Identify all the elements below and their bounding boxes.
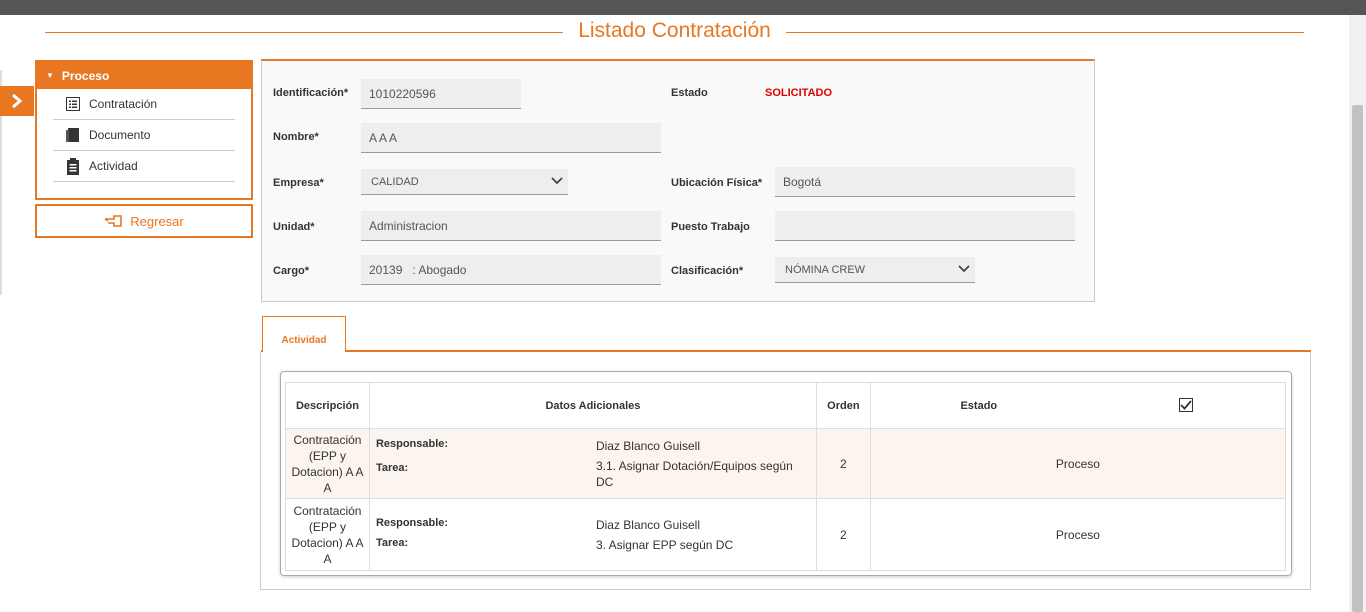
col-estado-label: Estado bbox=[960, 399, 998, 412]
cell-orden: 2 bbox=[815, 428, 871, 499]
actividad-table: Descripción Datos Adicionales Orden Esta… bbox=[285, 382, 1287, 571]
chevron-down-icon bbox=[958, 264, 970, 277]
tarea-value: 3.1. Asignar Dotación/Equipos según DC bbox=[595, 458, 793, 489]
page-header: Listado Contratación bbox=[45, 18, 1304, 46]
col-estado[interactable]: Estado bbox=[869, 382, 1287, 429]
regresar-label: Regresar bbox=[130, 213, 184, 229]
cell-estado: Proceso bbox=[869, 428, 1287, 499]
empresa-select-value: CALIDAD bbox=[371, 176, 419, 188]
estado-label: Estado bbox=[671, 87, 708, 99]
regresar-button[interactable]: Regresar bbox=[35, 204, 253, 238]
tarea-label: Tarea: bbox=[375, 536, 409, 549]
cell-estado: Proceso bbox=[869, 498, 1287, 571]
cell-descripcion: Contratación (EPP y Dotacion) A A A bbox=[285, 498, 370, 571]
cell-datos-adicionales: Responsable: Diaz Blanco Guisell Tarea: 3.… bbox=[368, 428, 817, 499]
table-header-row: Descripción Datos Adicionales Orden Esta… bbox=[285, 382, 1287, 429]
sidebar-item-contratacion[interactable]: Contratación bbox=[53, 89, 235, 120]
tarea-value: 3. Asignar EPP según DC bbox=[595, 537, 734, 552]
clipboard-icon bbox=[65, 157, 81, 175]
scrollbar-thumb[interactable] bbox=[1352, 105, 1363, 612]
cargo-field[interactable]: 20139 : Abogado bbox=[361, 255, 661, 285]
book-icon bbox=[65, 127, 81, 143]
table-row[interactable]: Contratación (EPP y Dotacion) A A A Resp… bbox=[285, 498, 1287, 571]
responsable-label: Responsable: bbox=[375, 437, 449, 450]
cell-datos-adicionales: Responsable: Diaz Blanco Guisell Tarea: 3.… bbox=[368, 498, 817, 571]
estado-value: SOLICITADO bbox=[765, 87, 833, 99]
sidebar-toggle-button[interactable] bbox=[0, 86, 34, 116]
tarea-row: Tarea: 3.1. Asignar Dotación/Equipos segú… bbox=[376, 458, 810, 490]
clasificacion-select[interactable]: NÓMINA CREW bbox=[775, 257, 975, 283]
clasificacion-label: Clasificación* bbox=[671, 265, 744, 277]
list-icon bbox=[65, 96, 81, 112]
contratacion-form: Identificación* 1010220596 Estado SOLICI… bbox=[261, 59, 1095, 302]
chevron-right-icon bbox=[12, 93, 23, 109]
unidad-label: Unidad* bbox=[273, 221, 315, 233]
ubicacion-label: Ubicación Física* bbox=[671, 177, 763, 189]
table-row[interactable]: Contratación (EPP y Dotacion) A A A Resp… bbox=[285, 428, 1287, 499]
chevron-down-icon bbox=[551, 176, 563, 189]
sidebar-item-actividad[interactable]: Actividad bbox=[53, 151, 235, 182]
sidebar-item-documento[interactable]: Documento bbox=[53, 120, 235, 151]
responsable-row: Responsable: Diaz Blanco Guisell bbox=[376, 517, 810, 533]
col-orden[interactable]: Orden bbox=[815, 382, 871, 429]
col-descripcion[interactable]: Descripción bbox=[285, 382, 370, 429]
puesto-label: Puesto Trabajo bbox=[671, 221, 750, 233]
page-title: Listado Contratación bbox=[578, 19, 771, 42]
select-all-checkbox[interactable] bbox=[1178, 398, 1193, 412]
cell-descripcion: Contratación (EPP y Dotacion) A A A bbox=[285, 428, 370, 499]
title-divider-left bbox=[45, 32, 563, 33]
vertical-scrollbar[interactable] bbox=[1349, 15, 1366, 612]
proceso-panel-header[interactable]: ▼ Proceso bbox=[37, 62, 251, 89]
empresa-label: Empresa* bbox=[273, 177, 324, 189]
identificacion-field[interactable]: 1010220596 bbox=[361, 79, 521, 109]
checkmark-icon bbox=[1180, 400, 1192, 410]
responsable-value: Diaz Blanco Guisell bbox=[595, 438, 700, 453]
browser-top-bar bbox=[0, 0, 1366, 15]
puesto-field[interactable] bbox=[775, 211, 1075, 241]
back-hand-icon bbox=[104, 214, 123, 228]
responsable-value: Diaz Blanco Guisell bbox=[595, 517, 700, 532]
col-datos-adicionales[interactable]: Datos Adicionales bbox=[368, 382, 817, 429]
identificacion-label: Identificación* bbox=[273, 87, 349, 99]
sidebar-item-label: Documento bbox=[89, 128, 151, 142]
empresa-select[interactable]: CALIDAD bbox=[361, 169, 568, 195]
ubicacion-field[interactable]: Bogotá bbox=[775, 167, 1075, 197]
sidebar-item-label: Contratación bbox=[89, 97, 158, 111]
proceso-panel-title: Proceso bbox=[61, 68, 110, 83]
tarea-row: Tarea: 3. Asignar EPP según DC bbox=[376, 537, 810, 553]
tab-actividad[interactable]: Actividad bbox=[262, 316, 346, 352]
nombre-field[interactable]: A A A bbox=[361, 123, 661, 153]
caret-down-icon: ▼ bbox=[46, 71, 54, 80]
unidad-field[interactable]: Administracion bbox=[361, 211, 661, 241]
nombre-label: Nombre* bbox=[273, 131, 319, 143]
cargo-label: Cargo* bbox=[273, 265, 310, 277]
clasificacion-select-value: NÓMINA CREW bbox=[785, 264, 866, 276]
cell-orden: 2 bbox=[815, 498, 871, 571]
tarea-label: Tarea: bbox=[375, 461, 409, 474]
responsable-label: Responsable: bbox=[375, 516, 449, 529]
responsable-row: Responsable: Diaz Blanco Guisell bbox=[376, 438, 810, 454]
title-divider-right bbox=[786, 32, 1304, 33]
proceso-panel: ▼ Proceso Contratación Documento Activid… bbox=[35, 60, 253, 200]
sidebar-item-label: Actividad bbox=[89, 159, 138, 173]
